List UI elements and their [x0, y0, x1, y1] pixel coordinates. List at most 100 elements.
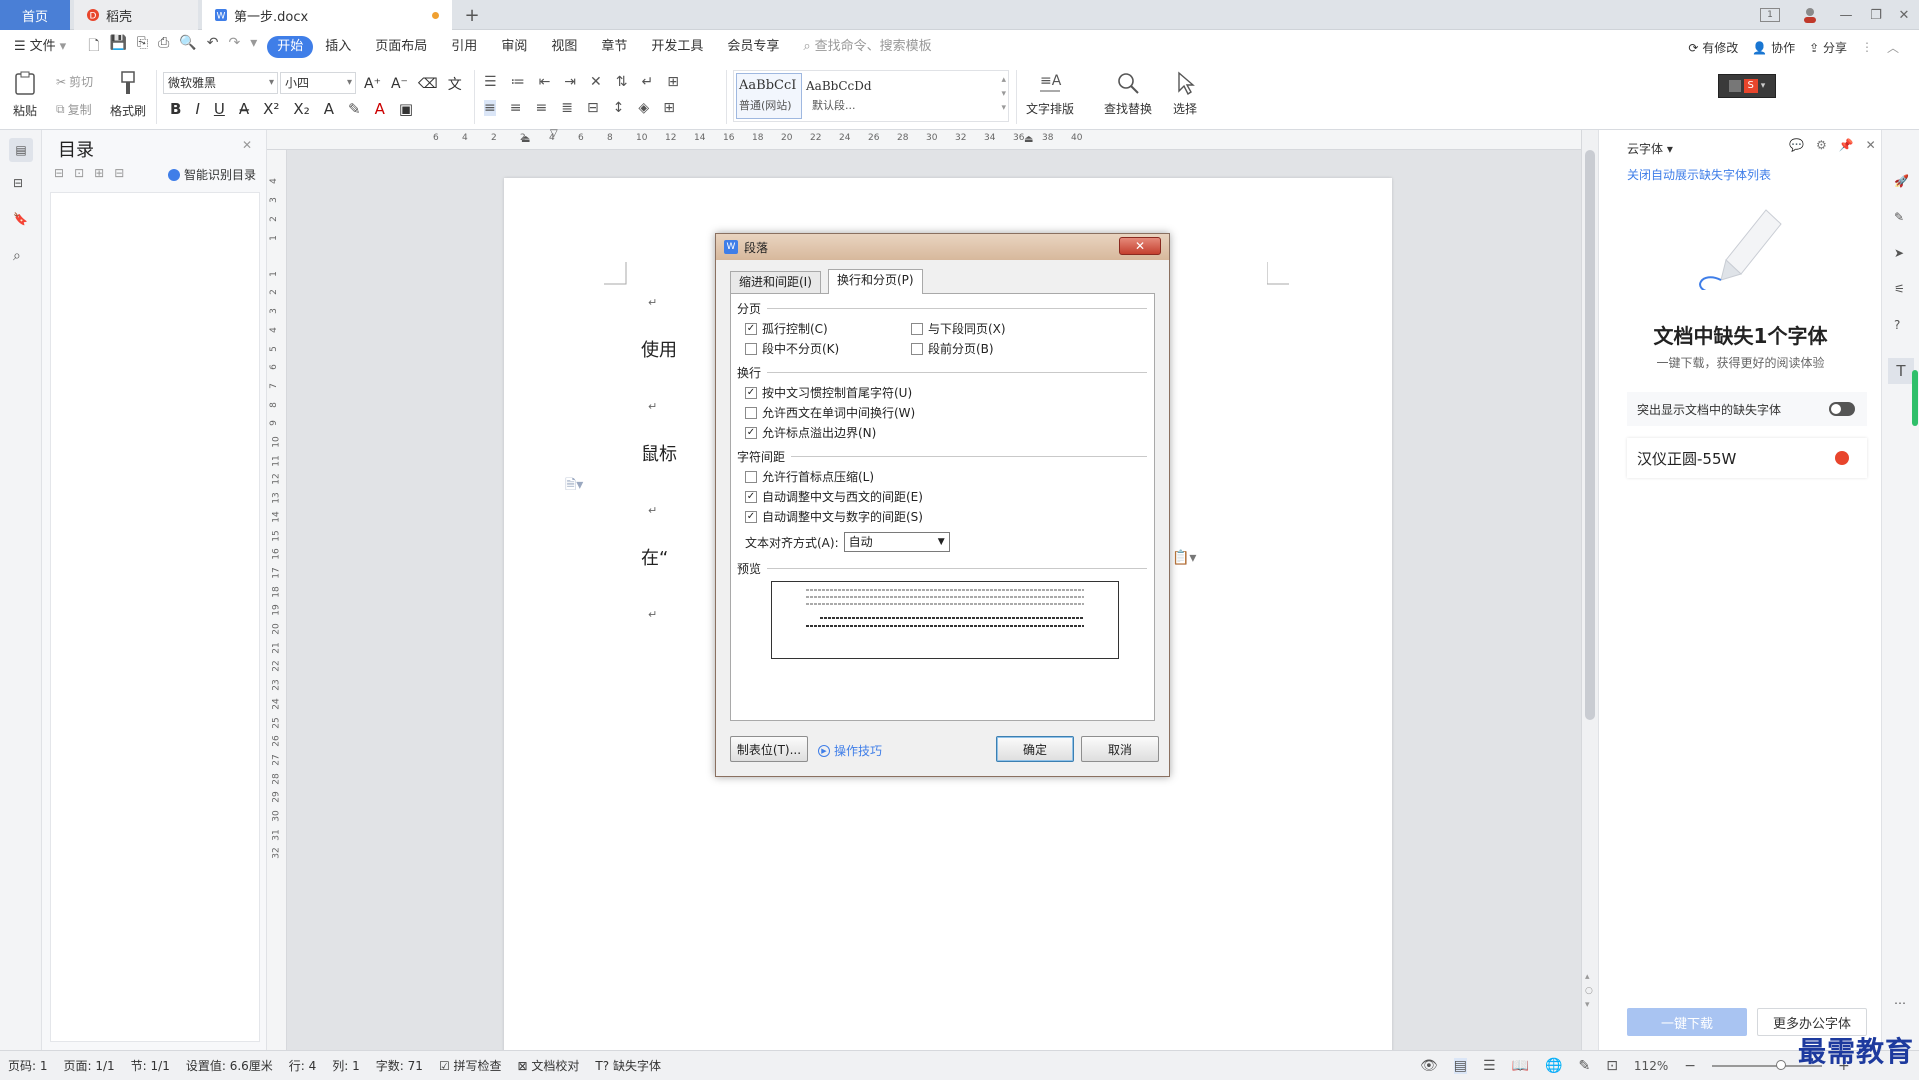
auto-space-latin-checkbox[interactable]: ✓ 自动调整中文与西文的间距(E) [745, 488, 923, 505]
status-column[interactable]: 列: 1 [324, 1057, 368, 1074]
chat-icon[interactable]: 💬 [1789, 138, 1804, 152]
chapter-nav-icon[interactable]: ⊟ [13, 176, 23, 190]
status-pages[interactable]: 页面: 1/1 [56, 1057, 123, 1074]
customize-icon[interactable]: ▾ [250, 35, 257, 59]
toc-view-icon[interactable]: ▤ [9, 138, 33, 162]
font-tool-icon[interactable]: T [1888, 358, 1914, 384]
pen-icon[interactable]: ✎ [1894, 210, 1904, 224]
status-position[interactable]: 设置值: 6.6厘米 [178, 1057, 281, 1074]
menu-developer[interactable]: 开发工具 [639, 36, 715, 58]
new-doc-icon[interactable]: 🗋 [88, 35, 99, 59]
cut-button[interactable]: ✂ 剪切 [56, 73, 93, 90]
borders-icon[interactable]: ⊞ [663, 100, 675, 116]
cjk-rules-checkbox[interactable]: ✓ 按中文习惯控制首尾字符(U) [745, 384, 912, 401]
add-heading-icon[interactable]: ⊞ [94, 166, 104, 180]
keep-with-next-checkbox[interactable]: 与下段同页(X) [911, 320, 1006, 337]
smart-toc-button[interactable]: 智能识别目录 [168, 166, 256, 183]
distributed-icon[interactable]: ⊟ [587, 100, 599, 116]
tips-link[interactable]: ▶ 操作技巧 [818, 742, 882, 759]
proofread-button[interactable]: ⊠ 文档校对 [510, 1057, 588, 1074]
scrollbar-thumb[interactable] [1585, 150, 1595, 720]
panel-title-dropdown[interactable]: 云字体 ▾ [1627, 140, 1673, 157]
text-alignment-select[interactable]: 自动 ▼ [843, 532, 950, 552]
right-indent-marker-icon[interactable]: ⏏ [1024, 134, 1033, 145]
side-scroll-indicator[interactable] [1912, 370, 1918, 426]
align-left-icon[interactable]: ≡ [484, 100, 496, 116]
menu-review[interactable]: 审阅 [489, 36, 539, 58]
vertical-ruler[interactable]: 4 3 2 1 1 2 3 4 5 6 7 8 9 10 11 12 13 14 15 16 17 18 19 20 21 22 2… [267, 150, 287, 1050]
auto-space-digit-checkbox[interactable]: ✓ 自动调整中文与数字的间距(S) [745, 508, 923, 525]
highlight-missing-toggle[interactable] [1829, 402, 1855, 416]
minimize-icon[interactable]: — [1836, 6, 1856, 24]
menu-view[interactable]: 视图 [539, 36, 589, 58]
page-view-icon[interactable]: ▤ [1453, 1057, 1468, 1074]
new-tab-button[interactable]: + [460, 0, 484, 30]
find-replace-button[interactable]: 查找替换 [1104, 70, 1152, 117]
strikethrough-icon[interactable]: A̶ [239, 100, 249, 118]
menu-chapter[interactable]: 章节 [589, 36, 639, 58]
menu-references[interactable]: 引用 [439, 36, 489, 58]
text-layout-button[interactable]: ≡A 文字排版 [1026, 70, 1074, 117]
disable-auto-list-link[interactable]: 关闭自动展示缺失字体列表 [1627, 166, 1771, 183]
shrink-font-icon[interactable]: A⁻ [391, 76, 408, 92]
close-icon[interactable]: ✕ [242, 138, 252, 152]
text-effect-icon[interactable]: A [324, 100, 334, 118]
chinese-layout-icon[interactable]: ✕ [590, 74, 602, 90]
avatar[interactable] [1800, 6, 1820, 24]
decrease-indent-icon[interactable]: ⇤ [539, 74, 551, 90]
shading-icon[interactable]: ◈ [638, 100, 649, 116]
page-break-before-checkbox[interactable]: 段前分页(B) [911, 340, 994, 357]
line-spacing-icon[interactable]: ↕ [613, 100, 625, 116]
vertical-scrollbar[interactable]: ▴ ○ ▾ [1581, 130, 1598, 1050]
menu-home[interactable]: 开始 [267, 36, 314, 58]
collapse-all-icon[interactable]: ⊟ [54, 166, 64, 180]
sort-icon[interactable]: ⇅ [616, 74, 628, 90]
style-default-para[interactable]: AaBbCcDd 默认段... [804, 73, 984, 119]
zoom-out-icon[interactable]: − [1684, 1058, 1696, 1074]
close-window-icon[interactable]: ✕ [1894, 6, 1914, 24]
copy-button[interactable]: ⧉ 复制 [56, 101, 92, 118]
style-scroll-icon[interactable]: ▴ ▾ ▾ [1001, 73, 1006, 115]
tab-document[interactable]: W 第一步.docx [202, 0, 452, 30]
paste-options-icon[interactable]: 📋▾ [1172, 550, 1196, 566]
first-line-indent-marker-icon[interactable]: ▽ [550, 128, 558, 139]
zoom-level[interactable]: 112% [1634, 1059, 1668, 1073]
more-options-icon[interactable]: ⋯ [1894, 996, 1906, 1010]
justify-icon[interactable]: ≣ [561, 100, 573, 116]
rocket-icon[interactable]: 🚀 [1894, 174, 1909, 188]
keep-lines-together-checkbox[interactable]: 段中不分页(K) [745, 340, 839, 357]
redo-icon[interactable]: ↷ [228, 35, 240, 59]
save-icon[interactable]: 💾 [109, 35, 126, 59]
dialog-titlebar[interactable]: W 段落 ✕ [716, 234, 1169, 260]
outline-view-icon[interactable]: ☰ [1483, 1058, 1496, 1074]
clear-format-icon[interactable]: ⌫ [418, 76, 438, 92]
command-search[interactable]: ⌕ 查找命令、搜索模板 [791, 36, 943, 58]
table-border-icon[interactable]: ⊞ [667, 74, 679, 90]
increase-indent-icon[interactable]: ⇥ [564, 74, 576, 90]
left-indent-marker-icon[interactable]: ⏏ [521, 134, 530, 145]
numbered-list-icon[interactable]: ≔ [511, 74, 525, 90]
status-section[interactable]: 节: 1/1 [123, 1057, 178, 1074]
menu-insert[interactable]: 插入 [313, 36, 363, 58]
font-name-select[interactable]: 微软雅黑 [163, 72, 278, 94]
align-right-icon[interactable]: ≡ [535, 100, 547, 116]
tab-home[interactable]: 首页 [0, 0, 70, 30]
spell-check-button[interactable]: ☑ 拼写检查 [431, 1057, 510, 1074]
highlight-icon[interactable]: ✎ [348, 100, 361, 118]
expand-icon[interactable]: ⊡ [74, 166, 84, 180]
input-method-toolbar[interactable]: S ▾ [1718, 74, 1776, 98]
print-icon[interactable]: ⎙ [158, 35, 169, 59]
grow-font-icon[interactable]: A⁺ [364, 76, 381, 92]
search-icon[interactable]: ⌕ [13, 248, 21, 264]
superscript-icon[interactable]: X² [263, 100, 279, 118]
page-nav-icon[interactable]: ▴ ○ ▾ [1585, 970, 1593, 1012]
reading-view-icon[interactable]: 📖 [1512, 1058, 1529, 1074]
status-page-number[interactable]: 页码: 1 [0, 1057, 56, 1074]
has-changes-button[interactable]: ⟳ 有修改 [1688, 39, 1738, 56]
pointer-icon[interactable]: ➤ [1894, 246, 1904, 260]
more-icon[interactable]: ⋮ [1861, 40, 1873, 54]
phonetic-icon[interactable]: 文 [448, 74, 462, 94]
select-button[interactable]: 选择 [1172, 70, 1198, 117]
paste-button[interactable]: 粘贴 [12, 70, 38, 119]
font-size-select[interactable]: 小四 [280, 72, 356, 94]
